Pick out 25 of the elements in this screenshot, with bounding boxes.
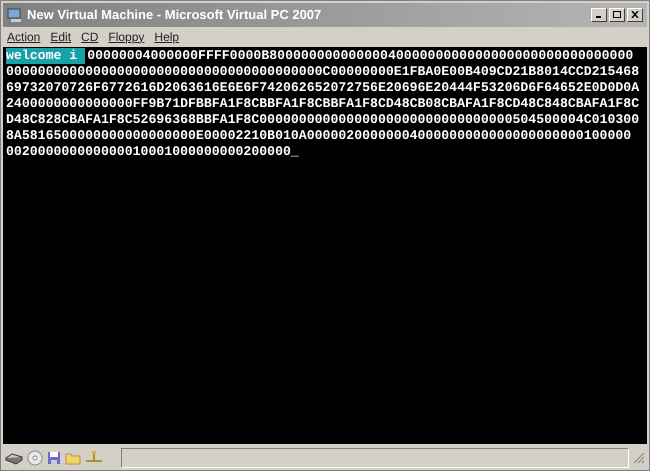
hex-line: 8A5816500000000000000000E00002210B010A00000200000004000000000000000000000100000 (6, 128, 632, 144)
menu-item[interactable]: CD (81, 28, 98, 46)
menu-item[interactable]: Action (7, 28, 40, 46)
floppy-icon[interactable] (47, 451, 61, 466)
hex-line: D48C828CBAFA1F8C52696368BBFA1F8C00000000000000000000000000000000504500004C010300 (6, 112, 640, 128)
text-cursor: _ (290, 144, 299, 160)
hex-line: 0000000000000000000000000000000000000000C00000000E1FBA0E00B409CD21B8014CCD215468 (6, 64, 640, 80)
close-button[interactable] (627, 8, 643, 22)
minimize-button[interactable] (591, 8, 607, 22)
maximize-icon (613, 11, 621, 18)
resize-grip-icon[interactable] (633, 452, 645, 464)
maximize-button[interactable] (609, 8, 625, 22)
menu-item[interactable]: Edit (50, 28, 72, 46)
hex-line: 00000004000000FFFF0000B8000000000000004000000000000000000000000000000 (87, 48, 634, 64)
menu-item[interactable]: Help (154, 28, 180, 46)
menu-item[interactable]: Floppy (108, 28, 144, 46)
hex-line: 69732070726F6772616D2063616E6E6F742062652072756E20696E20444F53206D6F64652E0D0D0A (6, 80, 640, 96)
app-icon (7, 6, 23, 23)
cd-icon[interactable] (27, 450, 43, 466)
window-title: New Virtual Machine - Microsoft Virtual PC 2007 (27, 6, 322, 24)
close-icon (631, 11, 639, 18)
hard-disk-icon[interactable] (5, 451, 23, 466)
highlighted-text: welcome i (6, 48, 86, 64)
hex-line: 2400000000000000FF9B71DFBBFA1F8CBBFA1F8CBBFA1F8CD48CB08CBAFA1F8CD48C848CBAFA1F8C (6, 96, 640, 112)
hex-line: 002000000000000010001000000000200000 (6, 144, 291, 160)
